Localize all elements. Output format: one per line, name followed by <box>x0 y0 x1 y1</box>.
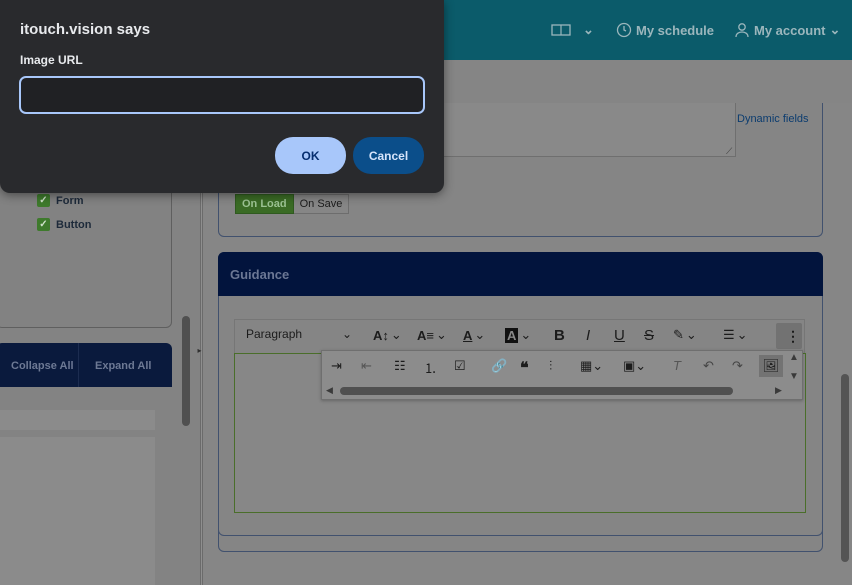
redo-icon[interactable]: ↷ <box>732 358 743 374</box>
collapse-all-button[interactable]: Collapse All <box>11 360 74 372</box>
bulleted-list-icon[interactable]: ☷ <box>394 358 406 374</box>
image-icon[interactable]: 🖼 <box>759 355 783 377</box>
clock-icon <box>616 22 632 38</box>
underline-icon: U <box>614 327 625 344</box>
numbered-list-icon[interactable]: ⒈ <box>424 358 437 377</box>
check-icon: ✓ <box>37 194 50 207</box>
font-family-button[interactable]: A≡ ⌄ <box>417 327 447 343</box>
tree-list <box>0 437 155 585</box>
scroll-up-icon[interactable]: ▲ <box>789 352 799 363</box>
outdent-icon[interactable]: ⇤ <box>361 358 372 374</box>
strikethrough-icon: S <box>644 327 655 344</box>
checkbox-form[interactable]: ✓ Form <box>37 194 84 207</box>
language-selector[interactable]: ⌄ <box>551 22 594 38</box>
tree-search-row[interactable] <box>0 410 155 430</box>
scroll-right-icon[interactable]: ▶ <box>775 385 782 396</box>
chevron-down-icon: ⌄ <box>342 327 353 341</box>
page-scrollbar[interactable] <box>841 374 849 562</box>
highlight-icon: ✎ <box>673 327 684 342</box>
image-url-input[interactable] <box>19 76 425 114</box>
on-save-option[interactable]: On Save <box>293 194 350 214</box>
scroll-left-icon[interactable]: ◀ <box>326 385 333 396</box>
more-icon: ⋮ <box>786 328 800 344</box>
italic-icon: I <box>586 327 591 344</box>
chevron-down-icon: ⌄ <box>390 327 402 342</box>
font-family-icon: A≡ <box>417 327 434 343</box>
trigger-toggle: On Load On Save <box>235 194 350 214</box>
check-icon: ✓ <box>37 218 50 231</box>
font-color-button[interactable]: A ⌄ <box>463 327 485 343</box>
guidance-header <box>218 252 823 296</box>
resize-grip-icon[interactable]: ⟋ <box>726 146 735 156</box>
dialog-title: itouch.vision says <box>20 21 151 38</box>
on-load-option[interactable]: On Load <box>235 194 294 214</box>
font-size-button[interactable]: A↕ ⌄ <box>373 327 402 343</box>
overflow-horizontal-scrollbar[interactable] <box>340 387 733 395</box>
remove-format-icon[interactable]: T <box>673 358 681 373</box>
underline-button[interactable]: U <box>614 327 625 344</box>
italic-button[interactable]: I <box>586 327 590 344</box>
blockquote-icon[interactable]: ❝ <box>520 358 529 378</box>
todo-list-icon[interactable]: ☑ <box>454 358 466 374</box>
page-break-icon[interactable]: ⫶ <box>549 358 552 374</box>
align-icon: ☰ <box>723 327 735 342</box>
guidance-title: Guidance <box>230 267 290 282</box>
my-schedule-link[interactable]: My schedule <box>616 22 714 38</box>
chevron-down-icon: ⌄ <box>736 327 748 342</box>
font-size-icon: A↕ <box>373 327 389 343</box>
chevron-down-icon: ⌄ <box>635 358 647 373</box>
scroll-down-icon[interactable]: ▼ <box>789 371 799 382</box>
my-schedule-label: My schedule <box>636 22 715 38</box>
cancel-button[interactable]: Cancel <box>353 137 424 174</box>
undo-icon[interactable]: ↶ <box>703 358 714 374</box>
language-icon <box>551 24 571 36</box>
align-button[interactable]: ☰ ⌄ <box>723 327 748 343</box>
indent-icon[interactable]: ⇥ <box>331 358 342 374</box>
bold-icon: B <box>554 327 565 344</box>
left-scrollbar[interactable] <box>182 316 190 426</box>
chevron-down-icon: ⌄ <box>829 22 841 37</box>
checkbox-label: Form <box>56 194 84 207</box>
font-color-icon: A <box>463 327 473 343</box>
strikethrough-button[interactable]: S <box>644 327 654 344</box>
chevron-down-icon: ⌄ <box>435 327 447 342</box>
media-icon[interactable]: ▣ ⌄ <box>623 358 646 374</box>
bold-button[interactable]: B <box>554 327 565 344</box>
chevron-down-icon: ⌄ <box>474 327 486 342</box>
dynamic-fields-link[interactable]: Dynamic fields <box>737 113 809 125</box>
block-format-dropdown[interactable]: Paragraph ⌄ <box>246 327 352 341</box>
table-icon[interactable]: ▦ ⌄ <box>580 358 603 374</box>
chevron-down-icon: ⌄ <box>685 327 697 342</box>
chevron-down-icon: ⌄ <box>583 22 594 37</box>
block-format-value: Paragraph <box>246 327 303 341</box>
checkbox-button[interactable]: ✓ Button <box>37 218 91 231</box>
my-account-menu[interactable]: My account ⌄ <box>734 22 840 38</box>
user-icon <box>735 23 749 38</box>
tree-toolbar: Collapse All Expand All <box>0 343 172 387</box>
dialog-label: Image URL <box>20 53 83 67</box>
background-color-icon: A <box>505 327 519 343</box>
chevron-down-icon: ⌄ <box>592 358 604 373</box>
separator <box>78 343 79 387</box>
highlight-button[interactable]: ✎ ⌄ <box>673 327 697 343</box>
checkbox-label: Button <box>56 218 92 231</box>
chevron-down-icon: ⌄ <box>520 327 532 342</box>
link-icon[interactable]: 🔗 <box>491 358 507 374</box>
background-color-button[interactable]: A ⌄ <box>505 327 531 343</box>
my-account-label: My account <box>754 22 826 38</box>
expand-all-button[interactable]: Expand All <box>95 360 151 372</box>
more-button[interactable]: ⋮ <box>776 323 802 349</box>
ok-button[interactable]: OK <box>275 137 346 174</box>
